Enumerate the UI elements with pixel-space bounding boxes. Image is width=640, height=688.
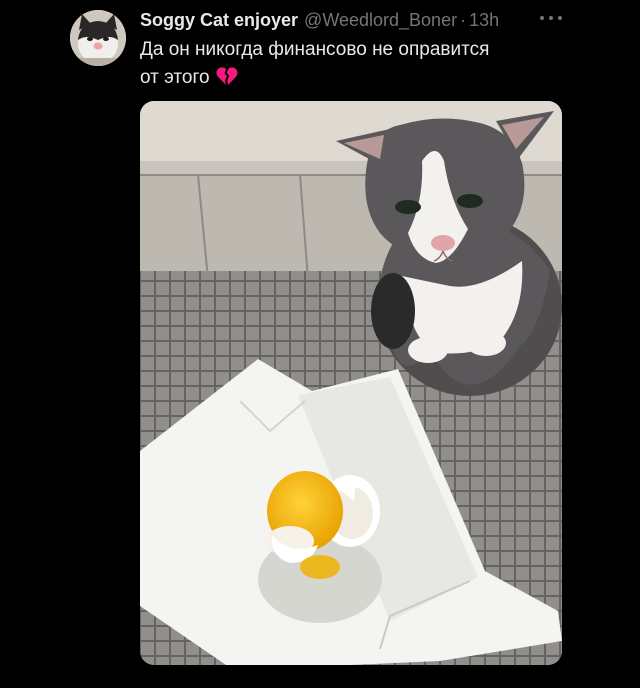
tweet[interactable]: Soggy Cat enjoyer @Weedlord_Boner · 13h … xyxy=(0,0,640,688)
broken-heart-icon xyxy=(215,66,238,86)
tweet-text-line-1: Да он никогда финансово не оправится xyxy=(140,39,490,60)
avatar[interactable] xyxy=(70,10,126,66)
user-handle[interactable]: @Weedlord_Boner xyxy=(304,8,457,32)
tweet-text: Да он никогда финансово не оправится от … xyxy=(140,36,580,92)
tweet-text-line-2: от этого xyxy=(140,64,580,92)
more-options-icon[interactable] xyxy=(540,10,562,26)
display-name[interactable]: Soggy Cat enjoyer xyxy=(140,8,298,32)
timestamp[interactable]: 13h xyxy=(469,8,499,32)
tweet-text-line-2-text: от этого xyxy=(140,67,210,88)
separator-dot: · xyxy=(460,10,467,30)
tweet-header: Soggy Cat enjoyer @Weedlord_Boner · 13h xyxy=(140,8,499,32)
tweet-photo[interactable] xyxy=(140,101,562,665)
